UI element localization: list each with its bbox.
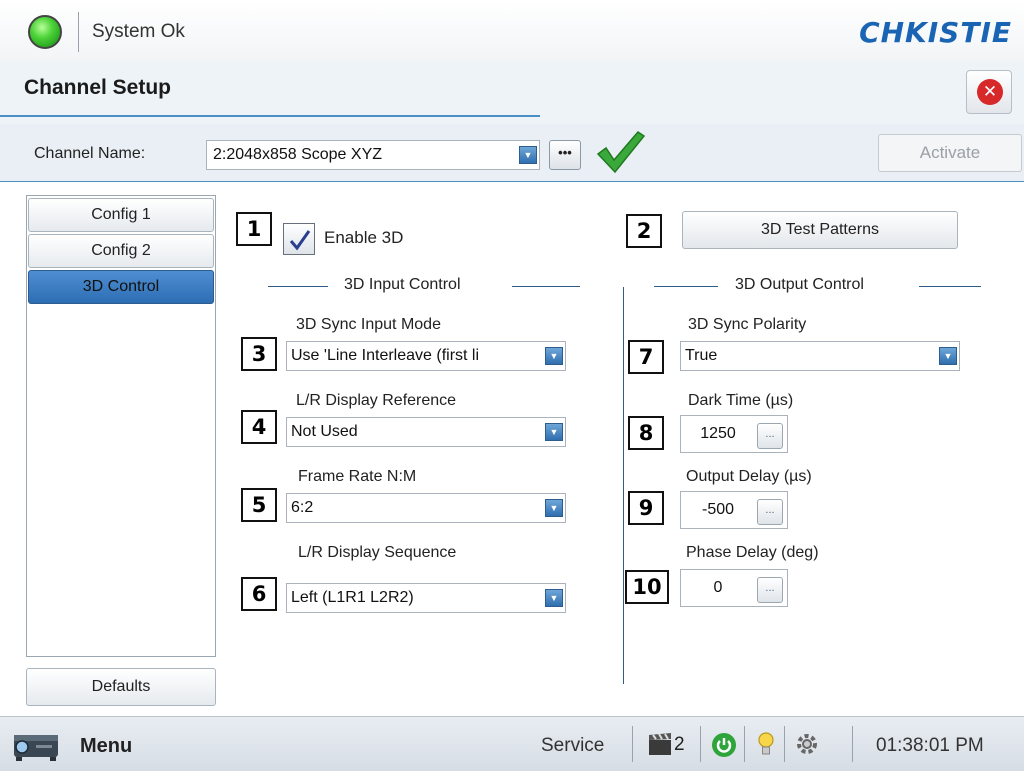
channel-name-value: 2:2048x858 Scope XYZ — [213, 146, 383, 163]
sync-polarity-label: 3D Sync Polarity — [688, 316, 807, 333]
annotation-7: 7 — [628, 340, 664, 374]
channel-options-button[interactable]: ••• — [549, 140, 581, 170]
chevron-down-icon[interactable]: ▼ — [545, 499, 563, 517]
chevron-down-icon[interactable]: ▼ — [545, 423, 563, 441]
footer-divider — [700, 726, 701, 762]
clock-time: 01:38:01 PM — [876, 735, 984, 756]
output-delay-label: Output Delay (µs) — [686, 468, 812, 485]
chevron-down-icon[interactable]: ▼ — [519, 146, 537, 164]
annotation-8: 8 — [628, 416, 664, 450]
chevron-down-icon[interactable]: ▼ — [545, 589, 563, 607]
defaults-button[interactable]: Defaults — [26, 668, 216, 706]
chevron-down-icon[interactable]: ▼ — [545, 347, 563, 365]
3d-output-control-heading: 3D Output Control — [735, 276, 864, 293]
lr-display-reference-label: L/R Display Reference — [296, 392, 457, 409]
enable-3d-label: Enable 3D — [324, 228, 404, 247]
chevron-down-icon[interactable]: ▼ — [939, 347, 957, 365]
3d-input-control-heading: 3D Input Control — [344, 276, 461, 293]
footer-divider — [744, 726, 745, 762]
frame-rate-select[interactable]: 6:2 ▼ — [286, 493, 566, 523]
channel-name-label: Channel Name: — [34, 145, 146, 162]
christie-logo: CHKISTIE — [859, 16, 1012, 49]
footer-divider — [852, 726, 853, 762]
frame-rate-value: 6:2 — [291, 499, 314, 516]
bottom-bar — [0, 716, 1024, 771]
lr-display-sequence-select[interactable]: Left (L1R1 L2R2) ▼ — [286, 583, 566, 613]
output-delay-edit-button[interactable]: ... — [757, 499, 783, 525]
projector-icon[interactable] — [10, 727, 64, 763]
lr-display-reference-value: Not Used — [291, 423, 358, 440]
lamp-bulb-icon[interactable] — [756, 731, 776, 759]
output-section-line-left — [654, 286, 718, 287]
lr-display-sequence-value: Left (L1R1 L2R2) — [291, 589, 414, 606]
annotation-4: 4 — [241, 410, 277, 444]
clapperboard-icon[interactable] — [647, 731, 673, 757]
sync-input-mode-value: Use 'Line Interleave (first li — [291, 347, 480, 364]
sync-input-mode-select[interactable]: Use 'Line Interleave (first li ▼ — [286, 341, 566, 371]
phase-delay-edit-button[interactable]: ... — [757, 577, 783, 603]
service-status: Service — [541, 735, 605, 756]
lr-display-reference-select[interactable]: Not Used ▼ — [286, 417, 566, 447]
input-section-line-left — [268, 286, 328, 287]
output-delay-field[interactable]: -500 ... — [680, 491, 788, 529]
sidebar-item-config-1[interactable]: Config 1 — [28, 198, 214, 232]
phase-delay-label: Phase Delay (deg) — [686, 544, 819, 561]
title-underline — [0, 115, 540, 117]
phase-delay-field[interactable]: 0 ... — [680, 569, 788, 607]
status-divider — [78, 12, 79, 52]
annotation-10: 10 — [625, 570, 669, 604]
page-title: Channel Setup — [24, 76, 172, 99]
sync-polarity-value: True — [685, 347, 718, 364]
input-section-line-right — [512, 286, 580, 287]
annotation-6: 6 — [241, 577, 277, 611]
section-divider — [623, 287, 624, 684]
output-section-line-right — [919, 286, 981, 287]
sync-input-mode-label: 3D Sync Input Mode — [296, 316, 441, 333]
annotation-1: 1 — [236, 212, 272, 246]
check-mark-icon — [289, 230, 311, 251]
power-icon[interactable] — [712, 733, 736, 757]
3d-test-patterns-button[interactable]: 3D Test Patterns — [682, 211, 958, 249]
footer-divider — [784, 726, 785, 762]
frame-rate-label: Frame Rate N:M — [298, 468, 417, 485]
annotation-3: 3 — [241, 337, 277, 371]
status-indicator-icon — [28, 15, 62, 49]
dark-time-label: Dark Time (µs) — [688, 392, 794, 409]
dark-time-field[interactable]: 1250 ... — [680, 415, 788, 453]
activate-button[interactable]: Activate — [878, 134, 1022, 172]
lr-display-sequence-label: L/R Display Sequence — [298, 544, 457, 561]
system-status-text: System Ok — [92, 21, 185, 42]
close-icon: ✕ — [977, 79, 1003, 105]
sidebar-item-config-2[interactable]: Config 2 — [28, 234, 214, 268]
dark-time-edit-button[interactable]: ... — [757, 423, 783, 449]
menu-button[interactable]: Menu — [80, 735, 132, 758]
close-button[interactable]: ✕ — [966, 70, 1012, 114]
channel-number: 2 — [674, 734, 685, 755]
channel-name-select[interactable]: 2:2048x858 Scope XYZ ▼ — [206, 140, 540, 170]
sidebar-item-3d-control[interactable]: 3D Control — [28, 270, 214, 304]
gear-icon[interactable] — [792, 729, 822, 759]
footer-divider — [632, 726, 633, 762]
annotation-2: 2 — [626, 214, 662, 248]
annotation-9: 9 — [628, 491, 664, 525]
annotation-5: 5 — [241, 488, 277, 522]
sync-polarity-select[interactable]: True ▼ — [680, 341, 960, 371]
checkmark-icon[interactable] — [594, 128, 646, 174]
enable-3d-checkbox[interactable] — [283, 223, 315, 255]
